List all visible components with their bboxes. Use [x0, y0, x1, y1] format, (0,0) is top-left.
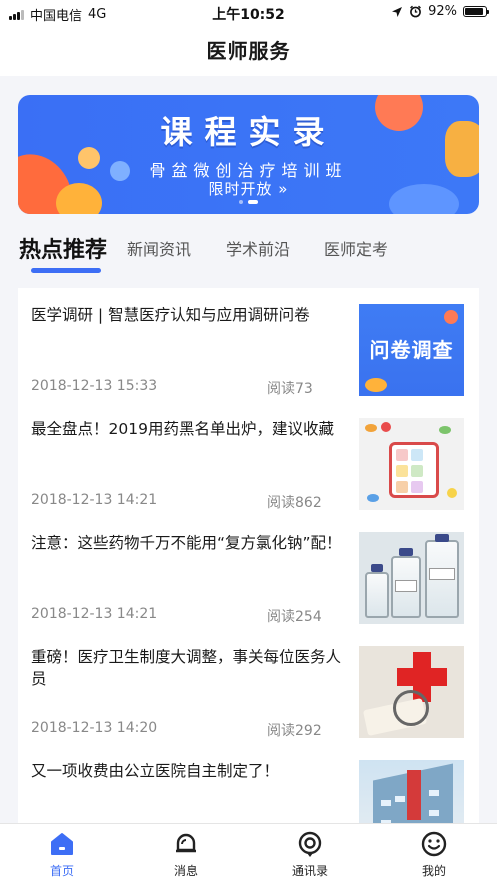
banner-page-dots	[18, 200, 479, 204]
status-right: 92%	[391, 4, 489, 19]
article-date: 2018-12-13 14:21	[31, 492, 158, 508]
home-icon	[48, 830, 76, 858]
article-title: 注意：这些药物千万不能用“复方氯化钠”配！	[31, 534, 342, 552]
article-title: 又一项收费由公立医院自主制定了！	[31, 762, 280, 780]
tab-bar-profile[interactable]: 我的	[394, 830, 474, 879]
thumb-text: 问卷调查	[369, 338, 454, 362]
bell-icon	[172, 830, 200, 858]
tab-bar-label: 首页	[49, 864, 74, 878]
tab-academic[interactable]: 学术前沿	[226, 236, 290, 260]
list-item[interactable]: 又一项收费由公立医院自主制定了！	[18, 744, 479, 823]
contacts-icon	[296, 830, 324, 858]
banner-title: 课程实录	[160, 113, 337, 151]
list-item[interactable]: 重磅！医疗卫生制度大调整，事关每位医务人员 2018-12-13 14:20 阅…	[18, 630, 479, 744]
survey-image: 问卷调查	[359, 304, 464, 396]
battery-icon	[463, 6, 489, 17]
tab-hot[interactable]: 热点推荐	[19, 232, 107, 264]
category-tabs: 热点推荐 新闻资讯 学术前沿 医师定考	[0, 230, 497, 274]
medical-cross-image	[359, 646, 464, 738]
nav-bar: 医师服务	[0, 26, 497, 76]
article-reads: 阅读73	[267, 381, 313, 397]
article-list: 医学调研 | 智慧医疗认知与应用调研问卷 2018-12-13 15:33 阅读…	[18, 288, 479, 823]
tab-active-indicator	[31, 268, 101, 273]
tab-bar-contacts[interactable]: 通讯录	[270, 830, 350, 879]
page-title: 医师服务	[206, 39, 291, 63]
page-dot-active	[248, 200, 258, 204]
location-arrow-icon	[392, 6, 403, 17]
article-date: 2018-12-13 14:20	[31, 720, 158, 736]
hospital-building-image	[359, 760, 464, 823]
article-reads: 阅读862	[267, 495, 322, 511]
alarm-icon	[410, 5, 422, 18]
article-title: 医学调研 | 智慧医疗认知与应用调研问卷	[31, 306, 310, 324]
list-item[interactable]: 最全盘点！2019用药黑名单出炉，建议收藏 2018-12-13 14:21 阅…	[18, 402, 479, 516]
tab-news[interactable]: 新闻资讯	[127, 236, 191, 260]
article-date: 2018-12-13 15:33	[31, 378, 158, 394]
banner-cta[interactable]: 限时开放 »	[18, 178, 479, 199]
list-item[interactable]: 医学调研 | 智慧医疗认知与应用调研问卷 2018-12-13 15:33 阅读…	[18, 288, 479, 402]
iv-bottles-image	[359, 532, 464, 624]
list-item[interactable]: 注意：这些药物千万不能用“复方氯化钠”配！ 2018-12-13 14:21 阅…	[18, 516, 479, 630]
page-dot	[239, 200, 243, 204]
bottom-tab-bar: 首页 消息 通讯录 我的	[0, 823, 497, 883]
article-title: 重磅！医疗卫生制度大调整，事关每位医务人员	[31, 648, 342, 688]
article-title: 最全盘点！2019用药黑名单出炉，建议收藏	[31, 420, 334, 438]
article-reads: 阅读292	[267, 723, 322, 739]
smiley-icon	[420, 830, 448, 858]
tab-bar-label: 通讯录	[291, 864, 328, 878]
battery-percent: 92%	[428, 4, 457, 19]
article-date: 2018-12-13 14:21	[31, 606, 158, 622]
status-bar: 中国电信 4G 上午10:52 92%	[0, 0, 497, 26]
tab-bar-label: 我的	[421, 864, 446, 878]
tab-bar-label: 消息	[173, 864, 198, 878]
article-reads: 阅读254	[267, 609, 322, 625]
tab-bar-messages[interactable]: 消息	[146, 830, 226, 879]
course-banner[interactable]: 课程实录 骨盆微创治疗培训班 限时开放 »	[18, 95, 479, 214]
pill-box-image	[359, 418, 464, 510]
tab-bar-home[interactable]: 首页	[22, 830, 102, 879]
tab-exam[interactable]: 医师定考	[324, 236, 388, 260]
